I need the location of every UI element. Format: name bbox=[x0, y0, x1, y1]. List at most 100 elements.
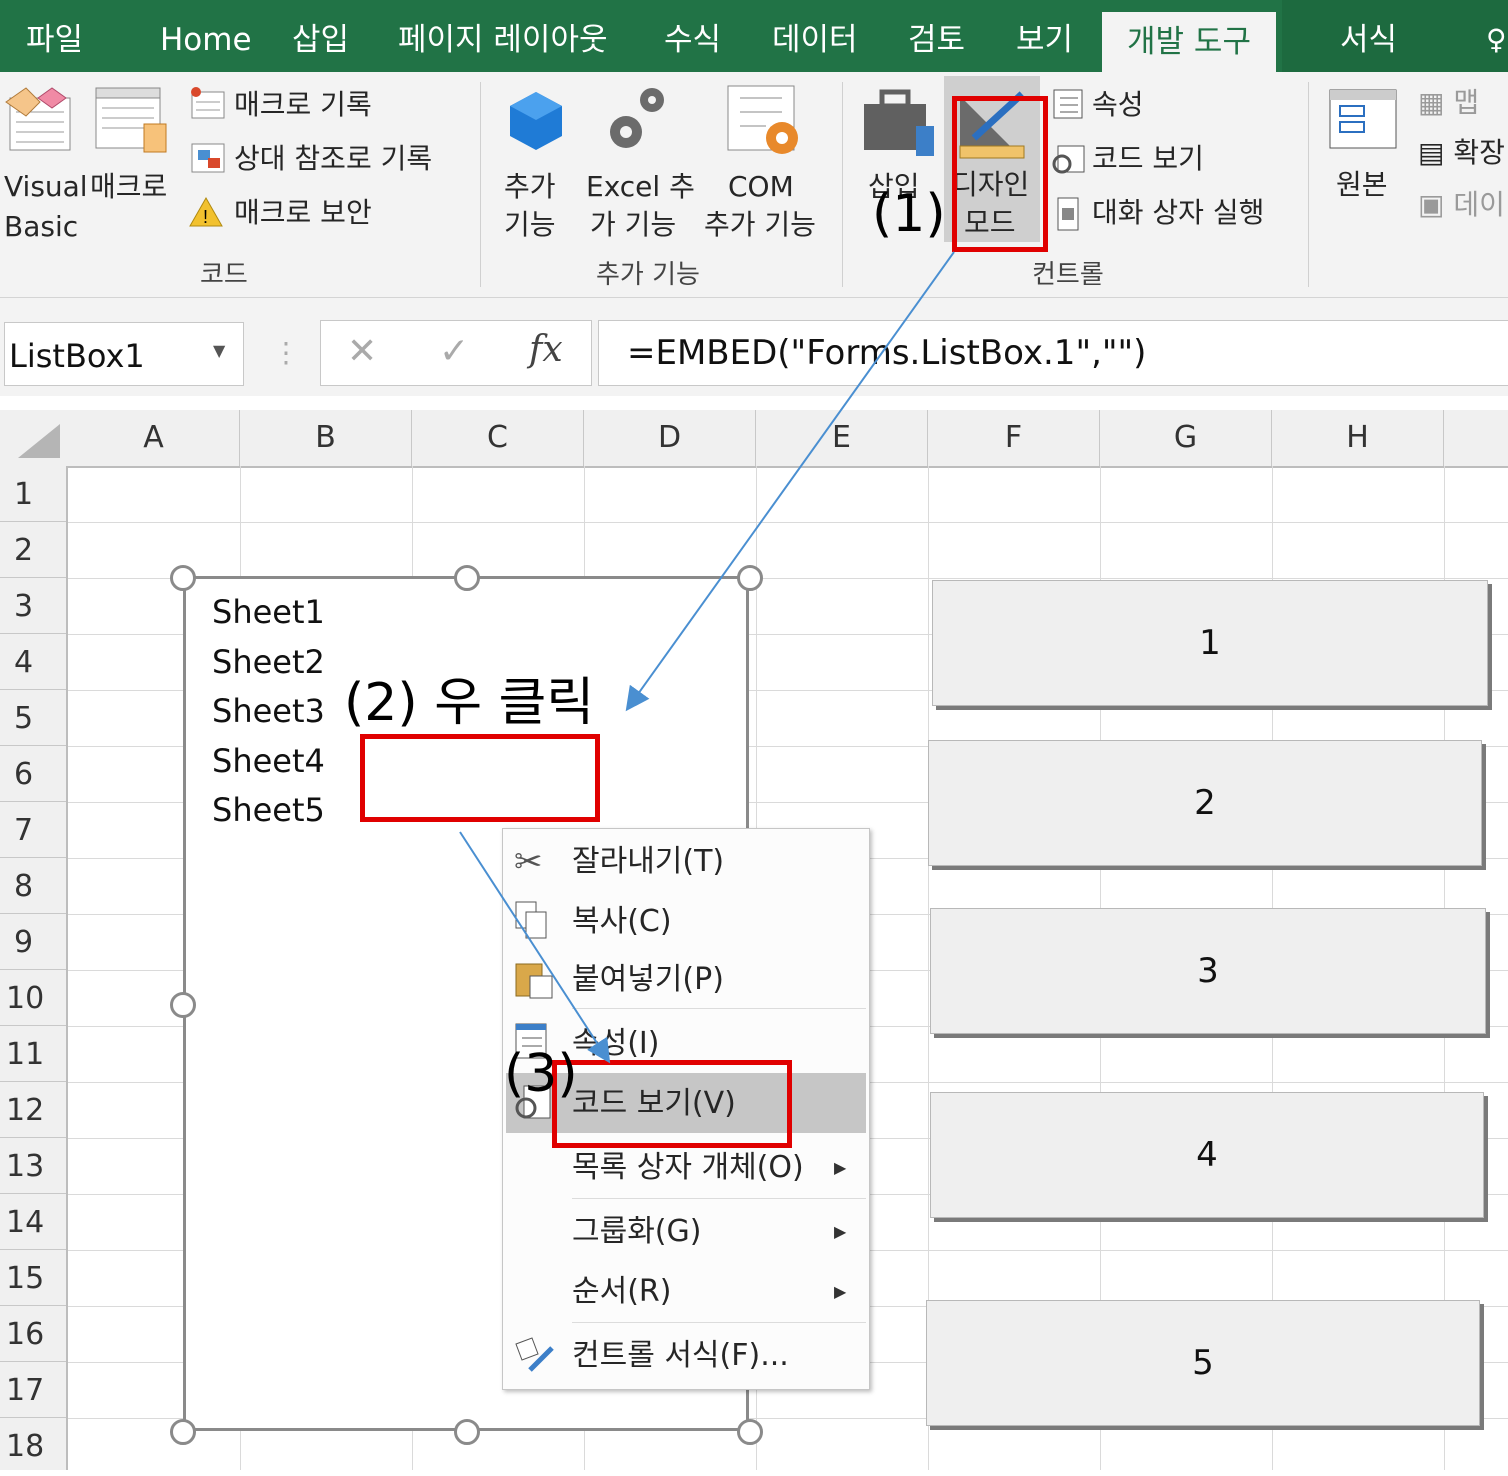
relative-reference-icon bbox=[191, 143, 225, 173]
tab-file[interactable]: 파일 bbox=[26, 0, 83, 72]
row-header[interactable]: 17 bbox=[0, 1362, 66, 1418]
row-header[interactable]: 1 bbox=[0, 466, 66, 522]
row-header[interactable]: 3 bbox=[0, 578, 66, 634]
tab-home[interactable]: Home bbox=[160, 0, 252, 72]
listbox-item[interactable]: Sheet4 bbox=[212, 741, 325, 781]
column-header-c[interactable]: C bbox=[412, 410, 584, 466]
row-header[interactable]: 2 bbox=[0, 522, 66, 578]
view-code-button[interactable]: 코드 보기 bbox=[1092, 142, 1204, 176]
menu-item-group[interactable]: 그룹화(G) bbox=[572, 1212, 701, 1252]
view-code-icon bbox=[1052, 145, 1085, 174]
xml-data-button[interactable]: ▣ 데이 bbox=[1418, 188, 1505, 222]
view-code-highlight-box bbox=[552, 1060, 792, 1148]
sheet-button-2[interactable]: 2 bbox=[928, 740, 1482, 866]
addins-label-2[interactable]: 기능 bbox=[504, 208, 556, 242]
tab-format[interactable]: 서식 bbox=[1340, 0, 1397, 72]
properties-icon bbox=[1053, 89, 1083, 119]
row-header[interactable]: 16 bbox=[0, 1306, 66, 1362]
resize-handle[interactable] bbox=[737, 565, 763, 591]
column-header-a[interactable]: A bbox=[68, 410, 240, 466]
step-3-label: (3) bbox=[504, 1044, 578, 1104]
visual-basic-label-1[interactable]: Visual bbox=[4, 170, 88, 204]
row-header[interactable]: 8 bbox=[0, 858, 66, 914]
menu-item-order[interactable]: 순서(R) bbox=[572, 1272, 671, 1312]
com-addins-label-2[interactable]: 추가 기능 bbox=[704, 208, 816, 242]
tab-data[interactable]: 데이터 bbox=[772, 0, 858, 72]
properties-button[interactable]: 속성 bbox=[1092, 88, 1144, 122]
row-header[interactable]: 5 bbox=[0, 690, 66, 746]
column-header-d[interactable]: D bbox=[584, 410, 756, 466]
xml-source-button[interactable]: 원본 bbox=[1336, 168, 1388, 202]
column-header-g[interactable]: G bbox=[1100, 410, 1272, 466]
group-separator bbox=[1308, 82, 1309, 287]
formula-bar-grip-icon[interactable]: ⋮ bbox=[272, 336, 300, 369]
resize-handle[interactable] bbox=[170, 1419, 196, 1445]
sheet-button-5[interactable]: 5 bbox=[926, 1300, 1480, 1426]
column-header-partial[interactable] bbox=[1444, 410, 1508, 466]
macros-button[interactable]: 매크로 bbox=[90, 170, 167, 204]
row-header[interactable]: 10 bbox=[0, 970, 66, 1026]
cancel-icon[interactable]: ✕ bbox=[347, 331, 377, 372]
sheet-button-3[interactable]: 3 bbox=[930, 908, 1486, 1034]
menu-separator bbox=[572, 1008, 866, 1009]
row-header[interactable]: 14 bbox=[0, 1194, 66, 1250]
tab-formulas[interactable]: 수식 bbox=[664, 0, 721, 72]
menu-item-cut[interactable]: 잘라내기(T) bbox=[572, 842, 724, 882]
column-header-b[interactable]: B bbox=[240, 410, 412, 466]
lightbulb-icon[interactable]: ♀ bbox=[1486, 0, 1507, 72]
listbox-item[interactable]: Sheet2 bbox=[212, 642, 325, 682]
menu-item-copy[interactable]: 복사(C) bbox=[572, 902, 672, 942]
menu-item-listbox-object[interactable]: 목록 상자 개체(O) bbox=[572, 1148, 804, 1188]
enter-check-icon[interactable]: ✓ bbox=[439, 331, 469, 372]
resize-handle[interactable] bbox=[454, 565, 480, 591]
xml-expand-button[interactable]: ▤ 확장 bbox=[1418, 136, 1505, 170]
row-header[interactable]: 12 bbox=[0, 1082, 66, 1138]
tab-insert[interactable]: 삽입 bbox=[292, 0, 349, 72]
menu-item-paste[interactable]: 붙여넣기(P) bbox=[572, 960, 724, 1000]
chevron-down-icon[interactable]: ▼ bbox=[213, 341, 225, 360]
run-dialog-icon bbox=[1057, 197, 1079, 231]
row-header[interactable]: 15 bbox=[0, 1250, 66, 1306]
resize-handle[interactable] bbox=[737, 1419, 763, 1445]
row-header[interactable]: 13 bbox=[0, 1138, 66, 1194]
xml-map-button[interactable]: ▦ 맵 bbox=[1418, 86, 1479, 120]
select-all-corner[interactable] bbox=[0, 410, 68, 466]
menu-item-format-control[interactable]: 컨트롤 서식(F)... bbox=[572, 1336, 789, 1376]
formula-input[interactable]: =EMBED("Forms.ListBox.1","") bbox=[598, 320, 1508, 386]
resize-handle[interactable] bbox=[170, 992, 196, 1018]
paste-icon bbox=[515, 963, 553, 999]
name-box[interactable]: ListBox1 ▼ bbox=[4, 322, 244, 386]
sheet-button-1[interactable]: 1 bbox=[932, 580, 1488, 706]
listbox-item[interactable]: Sheet3 bbox=[212, 691, 325, 731]
row-header[interactable]: 18 bbox=[0, 1418, 66, 1470]
insert-function-icon[interactable]: fx bbox=[529, 329, 563, 370]
tab-page-layout[interactable]: 페이지 레이아웃 bbox=[398, 0, 608, 72]
column-header-h[interactable]: H bbox=[1272, 410, 1444, 466]
record-macro-button[interactable]: 매크로 기록 bbox=[234, 88, 372, 122]
relative-reference-button[interactable]: 상대 참조로 기록 bbox=[234, 142, 432, 176]
tab-view[interactable]: 보기 bbox=[1016, 0, 1073, 72]
macro-security-button[interactable]: 매크로 보안 bbox=[234, 196, 372, 230]
visual-basic-label-2[interactable]: Basic bbox=[4, 210, 78, 244]
row-header[interactable]: 4 bbox=[0, 634, 66, 690]
resize-handle[interactable] bbox=[170, 565, 196, 591]
excel-addins-label-2[interactable]: 가 기능 bbox=[590, 208, 676, 242]
listbox-item[interactable]: Sheet5 bbox=[212, 790, 325, 830]
macro-security-icon: ! bbox=[189, 196, 223, 227]
run-dialog-button[interactable]: 대화 상자 실행 bbox=[1092, 196, 1264, 230]
row-header[interactable]: 7 bbox=[0, 802, 66, 858]
resize-handle[interactable] bbox=[454, 1419, 480, 1445]
menu-item-properties[interactable]: 속성(I) bbox=[572, 1024, 659, 1064]
tab-review[interactable]: 검토 bbox=[908, 0, 965, 72]
addins-label-1[interactable]: 추가 bbox=[504, 170, 556, 204]
com-addins-label-1[interactable]: COM bbox=[728, 170, 794, 204]
column-header-e[interactable]: E bbox=[756, 410, 928, 466]
excel-addins-label-1[interactable]: Excel 추 bbox=[586, 170, 695, 204]
listbox-item[interactable]: Sheet1 bbox=[212, 592, 325, 632]
column-header-f[interactable]: F bbox=[928, 410, 1100, 466]
row-header[interactable]: 9 bbox=[0, 914, 66, 970]
row-header[interactable]: 11 bbox=[0, 1026, 66, 1082]
sheet-button-4[interactable]: 4 bbox=[930, 1092, 1484, 1218]
row-header[interactable]: 6 bbox=[0, 746, 66, 802]
tab-developer[interactable]: 개발 도구 bbox=[1102, 12, 1276, 72]
